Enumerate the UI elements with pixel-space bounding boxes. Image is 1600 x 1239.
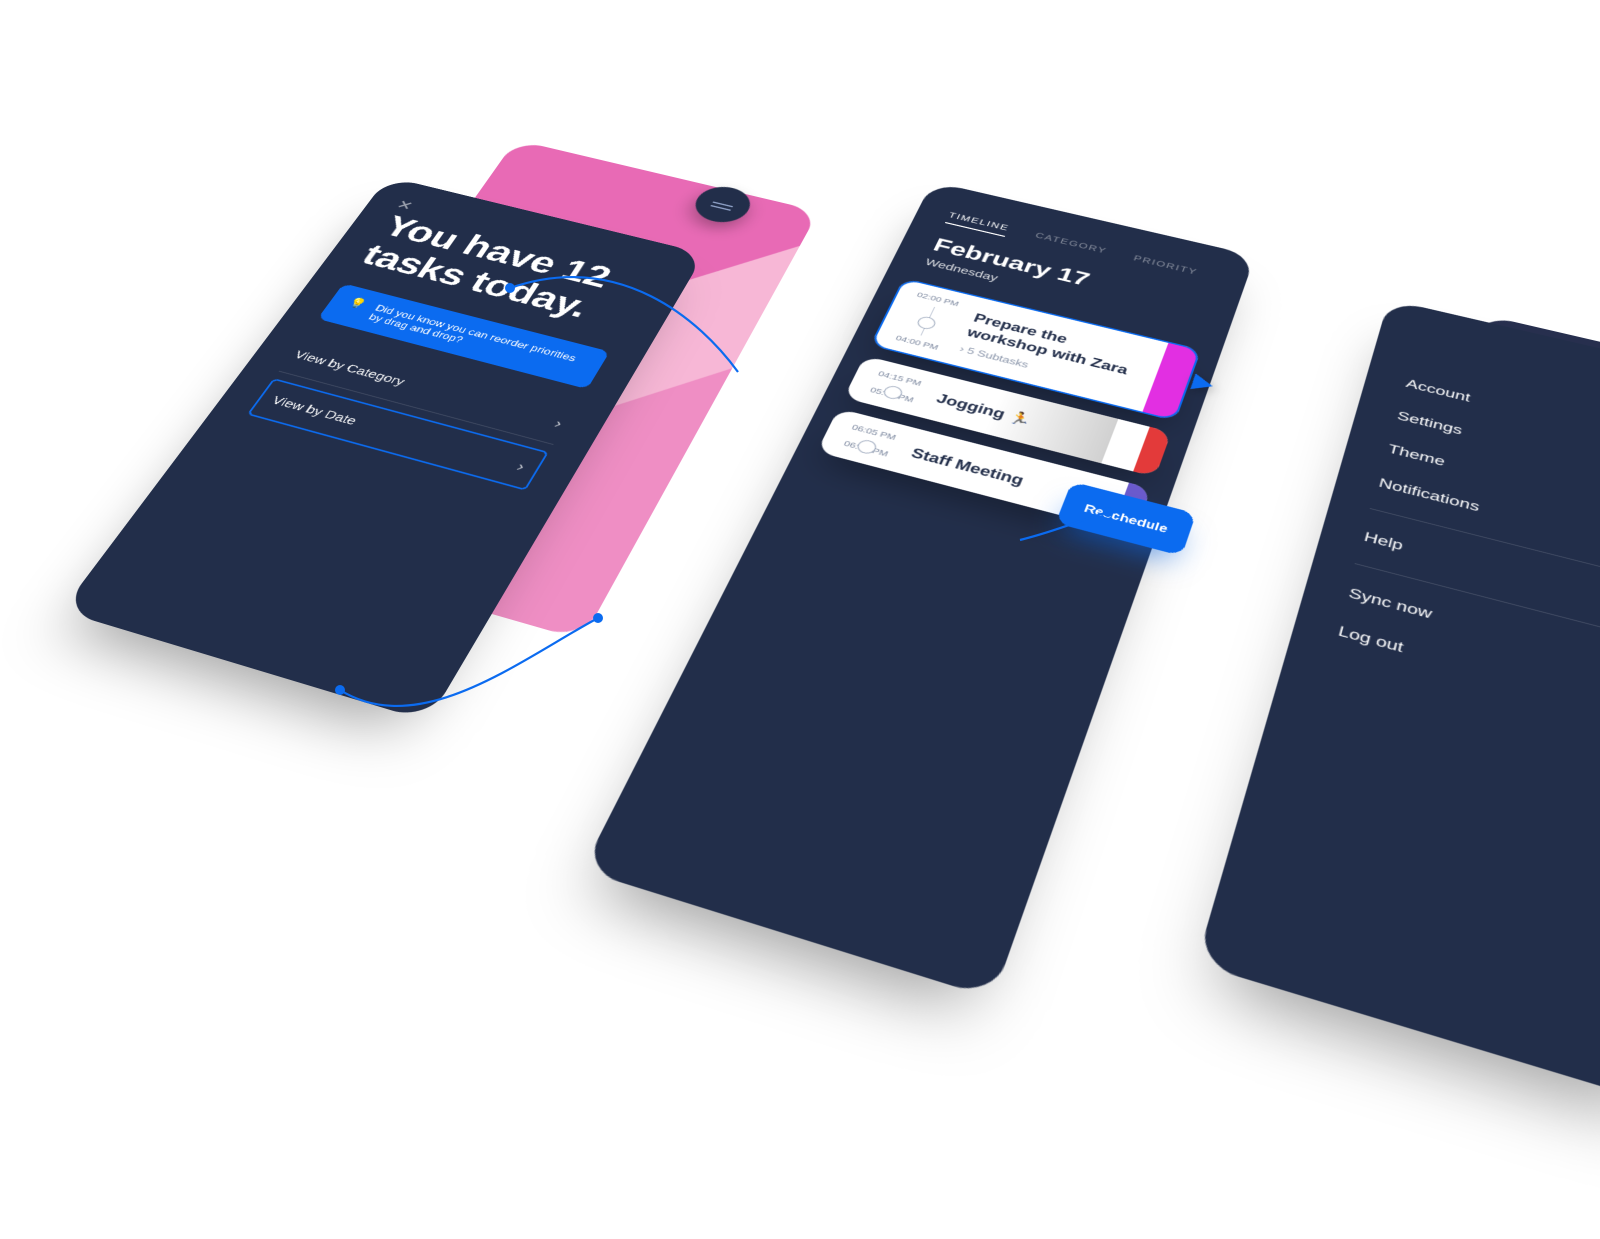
menu-label: Log out: [1336, 622, 1405, 656]
task-end-time: 06:30 PM: [842, 439, 889, 459]
category-stripe: [1133, 427, 1171, 477]
task-start-time: 06:05 PM: [850, 423, 897, 442]
menu-label: Settings: [1396, 408, 1464, 438]
menu-label: Theme: [1387, 441, 1447, 469]
task-start-time: 04:15 PM: [877, 370, 923, 388]
task-start-time: 02:00 PM: [915, 291, 960, 308]
close-icon[interactable]: ✕: [394, 198, 416, 213]
task-end-time: 04:00 PM: [894, 334, 939, 352]
chevron-right-icon: ›: [551, 416, 566, 432]
menu-label: Help: [1362, 529, 1404, 554]
timeline-dot-icon: [855, 438, 878, 455]
timeline-dot-icon: [915, 315, 937, 330]
lightbulb-icon: 💡: [347, 296, 369, 309]
view-label: View by Category: [292, 348, 408, 388]
view-label: View by Date: [269, 394, 359, 428]
menu-label: Account: [1405, 376, 1472, 405]
chevron-right-icon: ›: [513, 458, 528, 475]
settings-panel: ✕ Account › Settings › Theme › Notificat…: [1196, 299, 1600, 1106]
